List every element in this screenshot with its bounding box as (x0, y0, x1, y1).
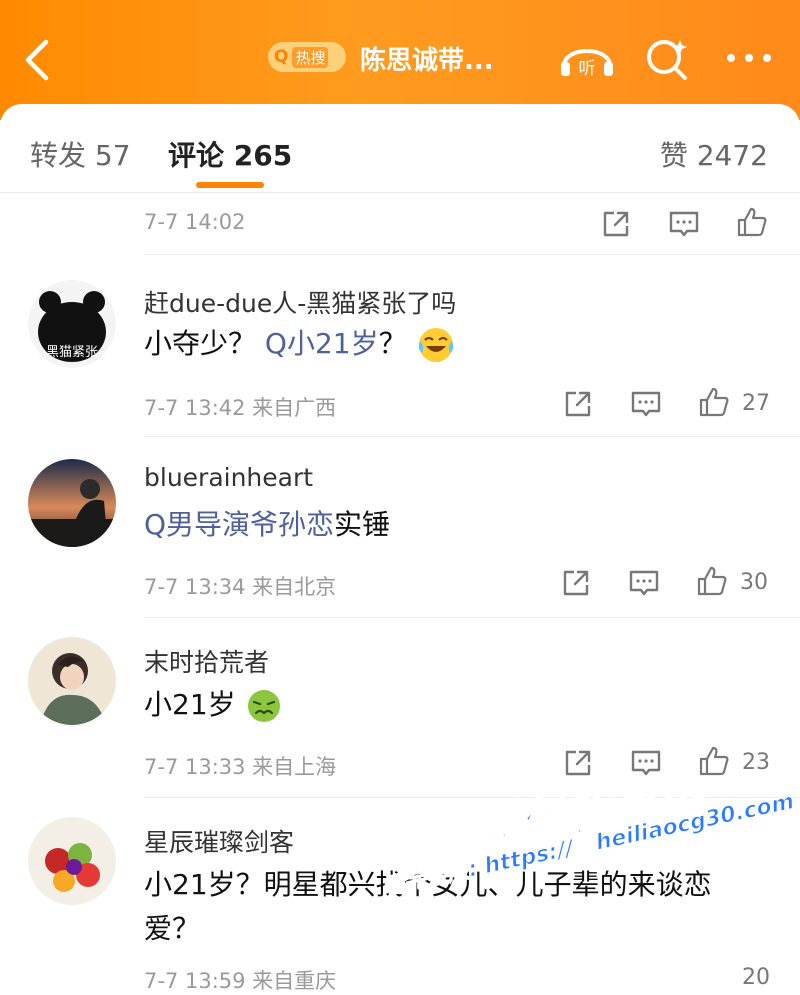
avatar[interactable]: 黑猫紧张 (28, 280, 116, 368)
comment-text-line: 小21岁？明星都兴找个女儿、儿子辈的来谈恋 (144, 868, 712, 901)
page-title[interactable]: 陈思诚带... (360, 40, 494, 77)
black-cat-avatar-image: 黑猫紧张 (28, 280, 116, 368)
username[interactable]: 赶due-due人-黑猫紧张了吗 (144, 284, 456, 320)
tab-bar: 转发 57 评论 265 赞 2472 (0, 104, 800, 193)
tab-repost[interactable]: 转发 57 (30, 134, 131, 174)
comment-icon[interactable] (630, 747, 662, 779)
listen-label: 听 (579, 59, 596, 79)
like-icon[interactable] (698, 745, 730, 777)
back-icon[interactable] (20, 38, 54, 82)
username[interactable]: 星辰璀璨剑客 (144, 823, 294, 859)
username[interactable]: 末时拾荒者 (144, 643, 269, 679)
comment-meta: 7-7 13:42 来自广西 (144, 396, 337, 420)
comment-meta: 7-7 14:02 (144, 210, 246, 234)
avatar[interactable] (28, 459, 116, 547)
comment-item: bluerainheart Q男导演爷孙恋实锤 7-7 13:34 来自北京 3… (0, 437, 800, 618)
topic-link[interactable]: Q男导演爷孙恋 (144, 508, 334, 541)
avatar-text: 黑猫紧张 (46, 345, 98, 360)
like-count: 20 (742, 965, 770, 990)
comment-prev-tail: 7-7 14:02 (0, 192, 800, 255)
hot-search-icon: Q (274, 47, 289, 67)
comment-icon[interactable] (630, 388, 662, 420)
top-bar: Q 热搜 陈思诚带... 听 (0, 0, 800, 120)
sunset-avatar-image (28, 459, 116, 547)
like-icon[interactable] (698, 386, 730, 418)
hot-search-label: 热搜 (292, 46, 329, 68)
comment-text-part: 小夺少？ (144, 327, 257, 360)
repost-icon[interactable] (562, 747, 594, 779)
comment-meta: 7-7 13:34 来自北京 (144, 575, 337, 599)
repost-icon[interactable] (562, 388, 594, 420)
topic-link[interactable]: Q小21岁 (265, 327, 379, 360)
illustrated-avatar-image (28, 637, 116, 725)
repost-icon[interactable] (600, 208, 632, 240)
laugh-cry-emoji-icon (418, 328, 453, 362)
like-icon[interactable] (696, 565, 728, 597)
comment-text-part: 小21岁 (144, 688, 236, 721)
comment-item: 星辰璀璨剑客 小21岁？明星都兴找个女儿、儿子辈的来谈恋 爱？ 7-7 13:5… (0, 797, 800, 993)
search-icon[interactable] (644, 36, 690, 82)
tab-like[interactable]: 赞 2472 (660, 134, 768, 174)
comment-meta: 7-7 13:59 来自重庆 (144, 969, 337, 993)
comment-text: 小夺少？ Q小21岁？ (144, 324, 456, 365)
divider (144, 254, 800, 255)
comment-icon[interactable] (668, 208, 700, 240)
comment-text: 小21岁 (144, 685, 283, 725)
repost-icon[interactable] (560, 567, 592, 599)
tab-comment[interactable]: 评论 265 (168, 134, 292, 174)
tab-indicator (196, 182, 264, 188)
avatar[interactable] (28, 637, 116, 725)
comment-text-part: 实锤 (334, 508, 391, 541)
like-count: 30 (740, 570, 768, 595)
like-count: 23 (742, 750, 770, 775)
comment-meta: 7-7 13:33 来自上海 (144, 755, 337, 779)
hot-search-badge[interactable]: Q 热搜 (268, 42, 346, 72)
like-count: 27 (742, 391, 770, 416)
fruit-avatar-image (28, 817, 116, 905)
comment-text-line: 爱？ (144, 912, 201, 945)
comment-item: 黑猫紧张 赶due-due人-黑猫紧张了吗 小夺少？ Q小21岁？ 7-7 13… (0, 256, 800, 437)
avatar[interactable] (28, 817, 116, 905)
like-icon[interactable] (736, 206, 768, 238)
comment-text-part: ？ (378, 327, 407, 360)
comment-icon[interactable] (628, 567, 660, 599)
sick-emoji-icon (247, 690, 280, 722)
comment-item: 末时拾荒者 小21岁 7-7 13:33 来自上海 23 (0, 617, 800, 798)
username[interactable]: bluerainheart (144, 463, 313, 492)
listen-headphone-icon[interactable]: 听 (558, 36, 616, 80)
more-icon[interactable] (724, 50, 774, 66)
comment-text: Q男导演爷孙恋实锤 (144, 505, 390, 545)
